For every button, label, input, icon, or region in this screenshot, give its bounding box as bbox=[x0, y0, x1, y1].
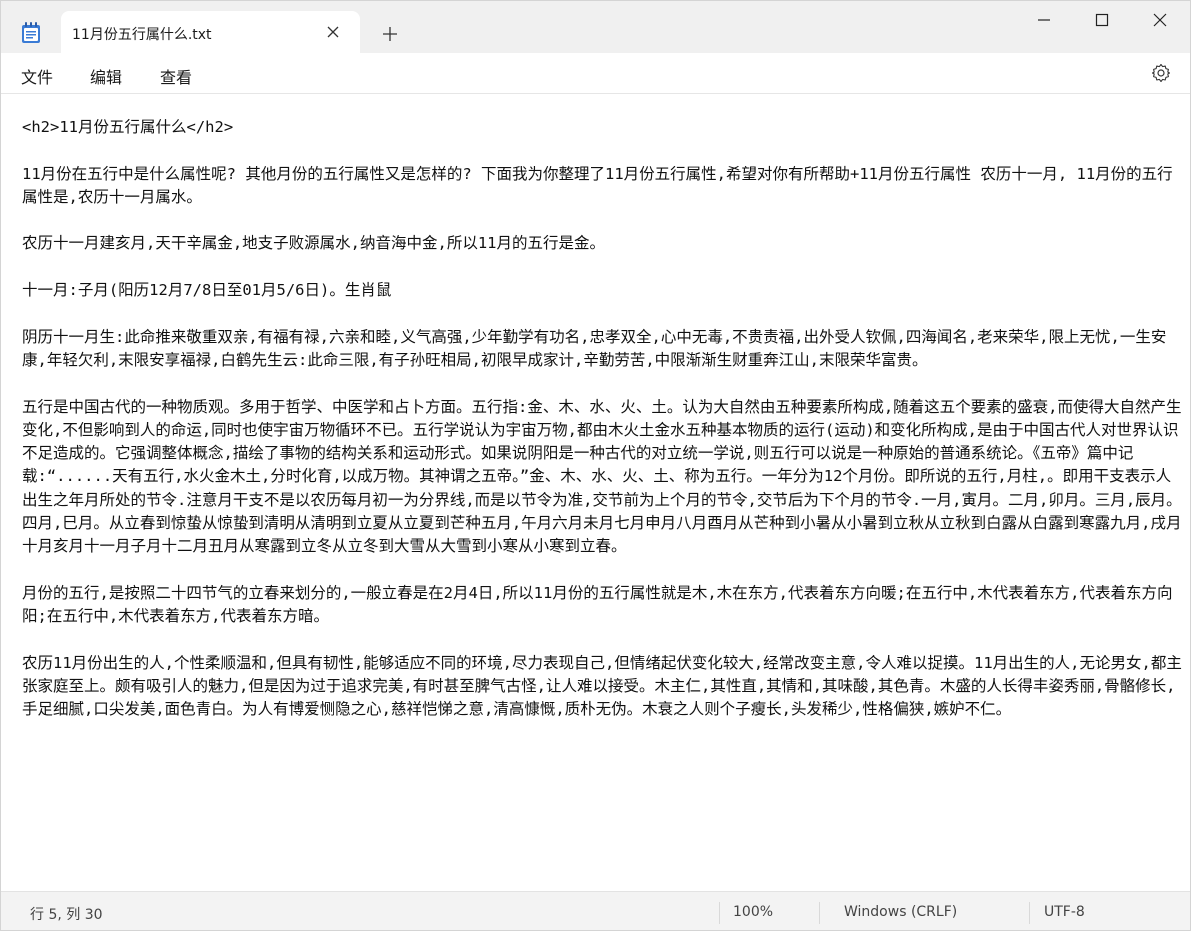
tab-title: 11月份五行属什么.txt bbox=[72, 27, 212, 43]
status-bar: 行 5, 列 30 100% Windows (CRLF) UTF-8 bbox=[1, 891, 1190, 930]
divider bbox=[1029, 902, 1030, 924]
paragraph: 十一月:子月(阳历12月7/8日至01月5/6日)。生肖鼠 bbox=[22, 281, 392, 300]
text-editor[interactable]: <h2>11月份五行属什么</h2> 11月份在五行中是什么属性呢? 其他月份的… bbox=[1, 94, 1190, 891]
cursor-position[interactable]: 行 5, 列 30 bbox=[30, 904, 103, 924]
zoom-level[interactable]: 100% bbox=[733, 904, 773, 920]
tab-document[interactable]: 11月份五行属什么.txt bbox=[61, 11, 360, 53]
paragraph: 月份的五行,是按照二十四节气的立春来划分的,一般立春是在2月4日,所以11月份的… bbox=[22, 583, 1173, 626]
plus-icon[interactable] bbox=[379, 23, 401, 45]
title-bar: 11月份五行属什么.txt bbox=[1, 1, 1190, 53]
paragraph: 阴历十一月生:此命推来敬重双亲,有福有禄,六亲和睦,义气高强,少年勤学有功名,忠… bbox=[22, 327, 1167, 369]
paragraph: 农历11月份出生的人,个性柔顺温和,但具有韧性,能够适应不同的环境,尽力表现自己… bbox=[22, 653, 1182, 719]
divider bbox=[819, 902, 820, 924]
document-text[interactable]: <h2>11月份五行属什么</h2> 11月份在五行中是什么属性呢? 其他月份的… bbox=[22, 116, 1184, 745]
menu-bar: 文件 编辑 查看 bbox=[1, 53, 1190, 94]
notepad-window: 11月份五行属什么.txt 文件 编辑 查看 <h2>11月份五行属什么</h2… bbox=[0, 0, 1191, 931]
maximize-icon[interactable] bbox=[1073, 1, 1131, 41]
line-ending[interactable]: Windows (CRLF) bbox=[844, 904, 957, 920]
close-icon[interactable] bbox=[1131, 1, 1189, 41]
paragraph: 农历十一月建亥月,天干辛属金,地支子败源属水,纳音海中金,所以11月的五行是金。 bbox=[22, 234, 605, 253]
close-icon[interactable] bbox=[324, 23, 342, 41]
menu-edit[interactable]: 编辑 bbox=[90, 64, 122, 88]
paragraph: <h2>11月份五行属什么</h2> bbox=[22, 118, 234, 136]
gear-icon[interactable] bbox=[1151, 63, 1171, 83]
menu-view[interactable]: 查看 bbox=[160, 64, 192, 88]
paragraph: 11月份在五行中是什么属性呢? 其他月份的五行属性又是怎样的? 下面我为你整理了… bbox=[22, 164, 1173, 206]
paragraph: 五行是中国古代的一种物质观。多用于哲学、中医学和占卜方面。五行指:金、木、水、火… bbox=[22, 397, 1182, 556]
encoding[interactable]: UTF-8 bbox=[1044, 904, 1085, 920]
menu-file[interactable]: 文件 bbox=[21, 64, 53, 88]
minimize-icon[interactable] bbox=[1015, 1, 1073, 41]
divider bbox=[719, 902, 720, 924]
notepad-icon bbox=[21, 22, 41, 44]
